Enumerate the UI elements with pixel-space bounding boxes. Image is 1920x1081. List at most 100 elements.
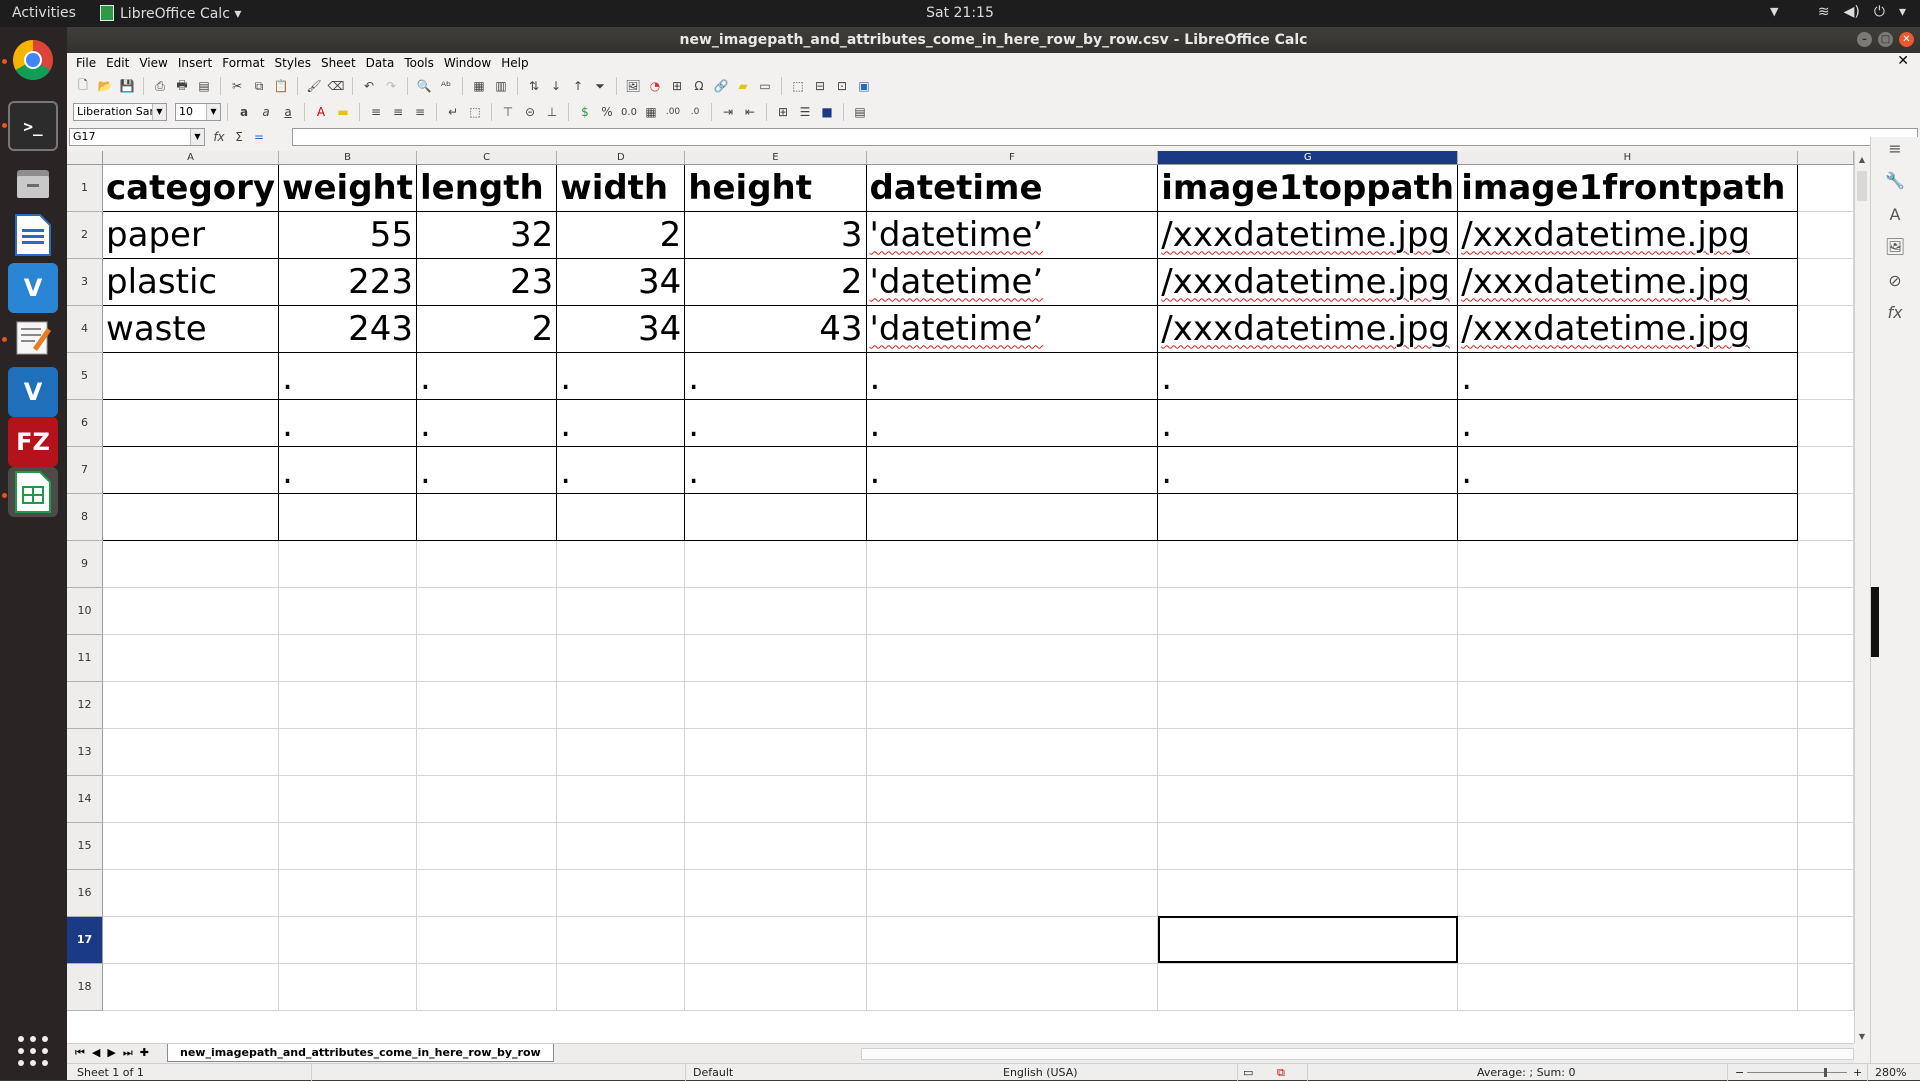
cell-F7[interactable]: . — [865, 445, 1159, 494]
scroll-thumb[interactable] — [1857, 171, 1867, 201]
cell-I14[interactable] — [1797, 775, 1854, 823]
paste-icon[interactable]: 📋 — [271, 76, 291, 96]
special-character-icon[interactable]: Ω — [689, 76, 709, 96]
cell-G6[interactable]: . — [1157, 398, 1459, 447]
cell-H10[interactable] — [1457, 587, 1798, 635]
cell-H12[interactable] — [1457, 681, 1798, 729]
cell-H4[interactable]: /xxxdatetime.jpg — [1457, 304, 1798, 353]
sum-icon[interactable]: Σ — [229, 127, 249, 147]
cell-H9[interactable] — [1457, 540, 1798, 588]
cell-B7[interactable]: . — [278, 445, 417, 494]
files-launcher[interactable] — [8, 159, 58, 209]
cell-B17[interactable] — [278, 916, 417, 964]
cell-A5[interactable] — [102, 351, 280, 400]
new-icon[interactable]: 🗋 — [73, 76, 93, 96]
cell-B11[interactable] — [278, 634, 417, 682]
cell-E4[interactable]: 43 — [684, 304, 867, 353]
cell-C4[interactable]: 2 — [415, 304, 558, 353]
cell-B3[interactable]: 223 — [278, 257, 417, 306]
conditional-format-icon[interactable]: ▤ — [850, 102, 870, 122]
cell-A4[interactable]: waste — [102, 304, 280, 353]
menu-format[interactable]: Format — [217, 56, 269, 70]
cell-F9[interactable] — [866, 540, 1159, 588]
system-tray[interactable]: ≋ ◀) ⏻ ▾ — [1818, 4, 1906, 20]
cell-A11[interactable] — [102, 634, 280, 682]
zoom-level[interactable]: 280% — [1875, 1066, 1906, 1079]
zoom-out-icon[interactable]: − — [1735, 1066, 1744, 1079]
sheet-tab[interactable]: new_imagepath_and_attributes_come_in_her… — [167, 1044, 554, 1062]
maximize-icon[interactable]: □ — [1878, 32, 1893, 47]
column-header[interactable]: B — [278, 151, 417, 165]
cell-E3[interactable]: 2 — [684, 257, 867, 306]
cell-F8[interactable] — [865, 492, 1159, 541]
active-cell[interactable] — [1157, 916, 1459, 964]
selection-mode-icon[interactable]: ▭ — [1243, 1066, 1253, 1079]
column-header[interactable]: D — [556, 151, 686, 165]
save-icon[interactable]: 💾 — [117, 76, 137, 96]
cell-I12[interactable] — [1797, 681, 1854, 729]
cell-C13[interactable] — [416, 728, 558, 776]
sort-icon[interactable]: ⇅ — [524, 76, 544, 96]
cell-A1[interactable]: category — [102, 163, 280, 212]
scroll-down-icon[interactable]: ▼ — [1857, 1032, 1867, 1041]
cell-B14[interactable] — [278, 775, 417, 823]
cell-G5[interactable]: . — [1157, 351, 1459, 400]
row-header[interactable]: 13 — [67, 728, 104, 776]
cell-I18[interactable] — [1797, 963, 1854, 1011]
copy-icon[interactable]: ⧉ — [249, 76, 269, 96]
split-window-icon[interactable]: ⊡ — [832, 76, 852, 96]
menu-tools[interactable]: Tools — [399, 56, 439, 70]
italic-icon[interactable]: a — [256, 102, 276, 122]
cell-A15[interactable] — [102, 822, 280, 870]
writer-launcher[interactable] — [8, 210, 58, 260]
column-header[interactable]: A — [102, 151, 280, 165]
cell-G8[interactable] — [1157, 492, 1459, 541]
cell-H8[interactable] — [1457, 492, 1798, 541]
cell-C12[interactable] — [416, 681, 558, 729]
align-left-icon[interactable]: ≡ — [366, 102, 386, 122]
autofilter-icon[interactable]: ⏷ — [590, 76, 610, 96]
row-header[interactable]: 2 — [67, 211, 104, 259]
cell-E18[interactable] — [684, 963, 867, 1011]
hyperlink-icon[interactable]: 🔗 — [711, 76, 731, 96]
terminal-launcher[interactable]: >_ — [8, 101, 58, 151]
font-color-icon[interactable]: A — [311, 102, 331, 122]
cell-A8[interactable] — [102, 492, 280, 541]
cell-I11[interactable] — [1797, 634, 1854, 682]
background-color-icon[interactable]: ▬ — [333, 102, 353, 122]
last-sheet-icon[interactable]: ⏭ — [123, 1046, 133, 1060]
chrome-launcher[interactable] — [8, 35, 58, 85]
cell-I6[interactable] — [1797, 399, 1854, 447]
align-center-icon[interactable]: ≡ — [388, 102, 408, 122]
cell-I7[interactable] — [1797, 446, 1854, 494]
text-editor-launcher[interactable] — [8, 313, 58, 363]
cell-G10[interactable] — [1157, 587, 1459, 635]
chevron-down-icon[interactable]: ▼ — [152, 104, 166, 120]
cell-I4[interactable] — [1797, 305, 1854, 353]
app-menu-button[interactable]: LibreOffice Calc ▾ — [100, 5, 241, 22]
cell-A3[interactable]: plastic — [102, 257, 280, 306]
border-style-icon[interactable]: ☰ — [795, 102, 815, 122]
cut-icon[interactable]: ✂ — [227, 76, 247, 96]
filezilla-launcher[interactable]: FZ — [8, 417, 58, 467]
decrease-indent-icon[interactable]: ⇤ — [740, 102, 760, 122]
cell-A10[interactable] — [102, 587, 280, 635]
cell-G14[interactable] — [1157, 775, 1459, 823]
cell-B6[interactable]: . — [278, 398, 417, 447]
cell-E11[interactable] — [684, 634, 867, 682]
vscode-launcher[interactable]: V — [8, 263, 58, 313]
cell-B4[interactable]: 243 — [278, 304, 417, 353]
page-style[interactable]: Default — [693, 1066, 733, 1079]
align-top-icon[interactable]: ⊤ — [498, 102, 518, 122]
row-header[interactable]: 18 — [67, 963, 104, 1011]
properties-icon[interactable]: 🔧 — [1884, 171, 1906, 193]
center-vertically-icon[interactable]: ⊝ — [520, 102, 540, 122]
cell-D7[interactable]: . — [556, 445, 686, 494]
cell-F2[interactable]: 'datetime’ — [865, 210, 1159, 259]
underline-icon[interactable]: a — [278, 102, 298, 122]
cell-E16[interactable] — [684, 869, 867, 917]
cell-D5[interactable]: . — [556, 351, 686, 400]
merge-cells-icon[interactable]: ⬚ — [465, 102, 485, 122]
row-header[interactable]: 8 — [67, 493, 104, 541]
cell-D8[interactable] — [556, 492, 686, 541]
